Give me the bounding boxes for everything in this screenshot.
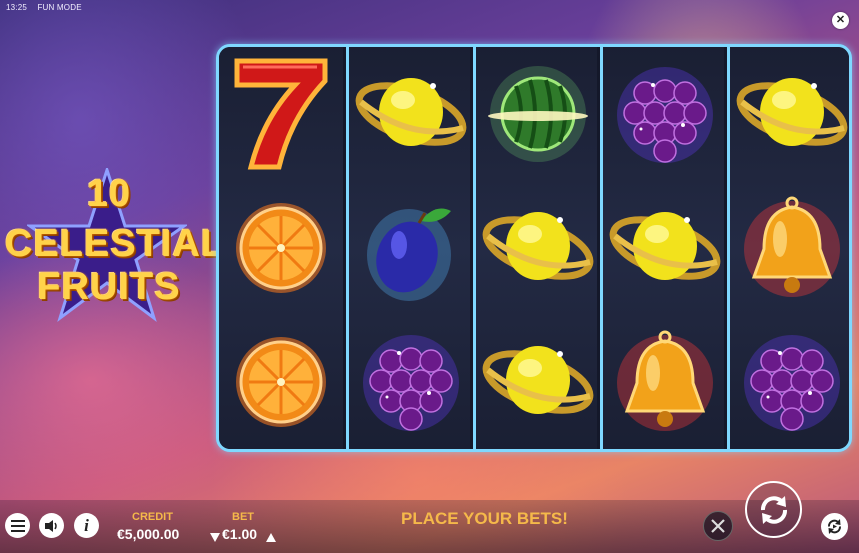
credit-label: CREDIT xyxy=(132,511,173,523)
bet-label: BET xyxy=(232,511,254,523)
bet-value: €1.00 xyxy=(222,526,258,542)
close-icon[interactable]: ✕ xyxy=(832,12,849,29)
saturn-lemon-symbol xyxy=(730,47,849,181)
clock: 13:25 xyxy=(6,3,28,12)
reel-area xyxy=(216,44,852,452)
logo-line-3: FRUITS xyxy=(37,266,181,308)
orange-symbol xyxy=(219,315,343,449)
reel-2 xyxy=(346,47,470,449)
grapes-symbol xyxy=(730,315,849,449)
grapes-symbol xyxy=(349,315,473,449)
logo-line-1: 10 xyxy=(86,173,132,215)
autoplay-icon[interactable] xyxy=(821,513,848,540)
bet-decrease-button[interactable] xyxy=(210,529,220,547)
bell-symbol xyxy=(730,181,849,315)
saturn-lemon-symbol xyxy=(476,315,600,449)
seven-symbol xyxy=(219,47,343,181)
spin-button[interactable] xyxy=(745,481,802,538)
status-message: PLACE YOUR BETS! xyxy=(401,509,568,528)
status-bar: 13:25 FUN MODE xyxy=(6,3,90,12)
game-logo: 10 CELESTIAL FRUITS xyxy=(5,168,226,328)
info-icon[interactable]: i xyxy=(74,513,99,538)
saturn-lemon-symbol xyxy=(603,181,727,315)
reel-1 xyxy=(219,47,343,449)
reel-3 xyxy=(473,47,597,449)
spin-icon xyxy=(760,495,787,524)
saturn-lemon-symbol xyxy=(476,181,600,315)
saturn-lemon-symbol xyxy=(349,47,473,181)
logo-line-2: CELESTIAL xyxy=(5,223,226,265)
turbo-off-icon[interactable] xyxy=(703,511,733,541)
sound-icon[interactable] xyxy=(39,513,64,538)
reel-4 xyxy=(600,47,724,449)
bet-increase-button[interactable] xyxy=(266,529,276,547)
reel-5 xyxy=(727,47,849,449)
mode-label: FUN MODE xyxy=(37,3,82,12)
bell-symbol xyxy=(603,315,727,449)
orange-symbol xyxy=(219,181,343,315)
plum-symbol xyxy=(349,181,473,315)
grapes-symbol xyxy=(603,47,727,181)
watermelon-symbol xyxy=(476,47,600,181)
credit-value: €5,000.00 xyxy=(117,526,180,542)
menu-icon[interactable] xyxy=(5,513,30,538)
